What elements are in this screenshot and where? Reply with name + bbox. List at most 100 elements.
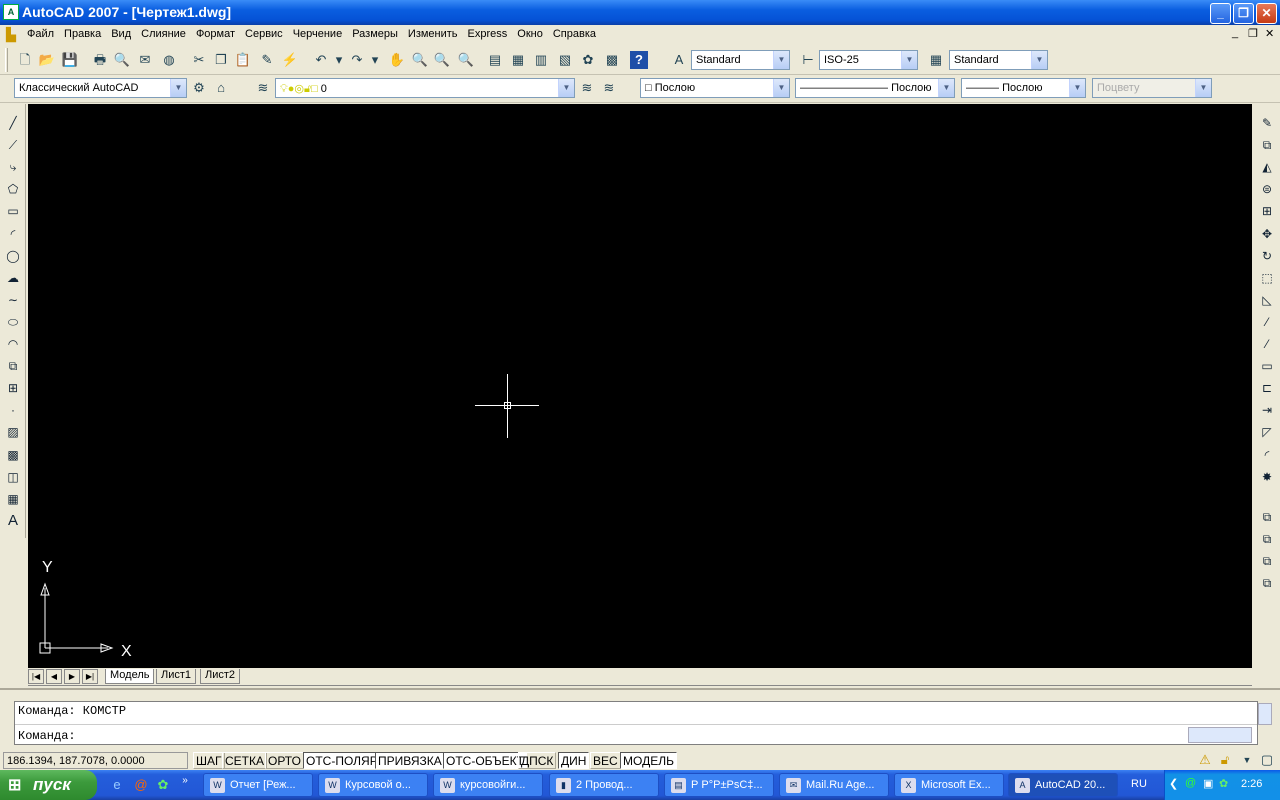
mtext-icon[interactable]: A [4, 512, 22, 530]
color-select[interactable]: □ Послою ▼ [640, 78, 790, 98]
toolbar-grip[interactable] [5, 48, 8, 72]
icq-icon[interactable]: ✿ [154, 776, 172, 794]
menu-3[interactable]: Слияние [136, 25, 191, 40]
scale-icon[interactable]: ⬚ [1258, 269, 1276, 287]
new-icon[interactable]: 🗋 [16, 51, 34, 69]
menu-0[interactable]: Файл [22, 25, 59, 40]
menu-11[interactable]: Справка [548, 25, 601, 40]
make-current-layer-icon[interactable]: ≋ [578, 79, 596, 97]
status-toggle-4[interactable]: ПРИВЯЗКА [375, 752, 445, 769]
draworder-under-icon[interactable]: ⧉ [1258, 574, 1276, 592]
offset-icon[interactable]: ⊜ [1258, 180, 1276, 198]
extend-icon[interactable]: ⁄ [1258, 335, 1276, 353]
taskbar-task-5[interactable]: ✉ Mail.Ru Age... [779, 773, 889, 797]
status-toggle-8[interactable]: ВЕС [590, 752, 621, 769]
zoom-window-icon[interactable]: 🔍 [433, 51, 451, 69]
taskbar-task-0[interactable]: W Отчет [Реж... [203, 773, 313, 797]
paste-icon[interactable]: 📋 [234, 51, 252, 69]
menu-8[interactable]: Изменить [403, 25, 463, 40]
command-window[interactable]: Команда: КОМСТР Команда: [14, 701, 1258, 745]
hatch-icon[interactable]: ▨ [4, 423, 22, 441]
mirror-icon[interactable]: ◭ [1258, 158, 1276, 176]
lineweight-select[interactable]: ——— Послою ▼ [961, 78, 1086, 98]
icq-tray-icon[interactable]: ✿ [1219, 777, 1228, 790]
fillet-icon[interactable]: ◜ [1258, 446, 1276, 464]
cut-icon[interactable]: ✂ [190, 51, 208, 69]
menu-10[interactable]: Окно [512, 25, 548, 40]
menu-1[interactable]: Правка [59, 25, 106, 40]
ie-icon[interactable]: e [108, 776, 126, 794]
region-icon[interactable]: ◫ [4, 468, 22, 486]
calculator-icon[interactable]: ▩ [603, 51, 621, 69]
start-button[interactable]: ⊞ пуск [0, 770, 97, 800]
rectangle-icon[interactable]: ▭ [4, 202, 22, 220]
table-style-select[interactable]: Standard ▼ [949, 50, 1048, 70]
line-icon[interactable]: ╱ [4, 114, 22, 132]
mail-tray-icon[interactable]: @ [1185, 777, 1196, 789]
taskbar-task-4[interactable]: ▤ Р Р°Р±РѕС‡... [664, 773, 774, 797]
communication-center-icon[interactable]: ⚠ [1196, 751, 1214, 769]
linetype-select[interactable]: ———————— Послою ▼ [795, 78, 955, 98]
draworder-front-icon[interactable]: ⧉ [1258, 508, 1276, 526]
clean-screen-icon[interactable]: ⌂ [212, 79, 230, 97]
text-style-icon[interactable]: A [670, 51, 688, 69]
ellipse-icon[interactable]: ⬭ [4, 313, 22, 331]
redo-dropdown-icon[interactable]: ▾ [366, 51, 384, 69]
menu-2[interactable]: Вид [106, 25, 136, 40]
drawing-canvas[interactable]: Y X [28, 104, 1252, 668]
status-toggle-6[interactable]: ДПСК [518, 752, 557, 769]
command-scrollbar[interactable] [1258, 703, 1272, 725]
move-icon[interactable]: ✥ [1258, 225, 1276, 243]
stretch-icon[interactable]: ◺ [1258, 291, 1276, 309]
plot-icon[interactable]: 🖶 [91, 51, 109, 69]
point-icon[interactable]: · [4, 401, 22, 419]
design-center-icon[interactable]: ▦ [509, 51, 527, 69]
dim-style-icon[interactable]: ⊢ [799, 51, 817, 69]
close-button[interactable]: ✕ [1256, 3, 1277, 24]
menu-4[interactable]: Формат [191, 25, 240, 40]
menu-6[interactable]: Черчение [288, 25, 348, 40]
tray-expand-icon[interactable]: ❮ [1169, 777, 1178, 790]
3d-dwf-icon[interactable]: ◍ [160, 51, 178, 69]
polyline-icon[interactable]: ⤷ [4, 158, 22, 176]
minimize-button[interactable]: _ [1210, 3, 1231, 24]
language-indicator[interactable]: RU [1131, 778, 1147, 790]
block-editor-icon[interactable]: ⚡ [281, 51, 299, 69]
status-toggle-9[interactable]: МОДЕЛЬ [620, 752, 677, 769]
toolbar-lock-icon[interactable]: 🔓︎ [1216, 751, 1234, 769]
first-tab-button[interactable]: |◀ [28, 669, 44, 684]
trim-icon[interactable]: ⁄ [1258, 313, 1276, 331]
menu-7[interactable]: Размеры [347, 25, 403, 40]
break-icon[interactable]: ⊏ [1258, 379, 1276, 397]
taskbar-task-2[interactable]: Wкурсовойги... [433, 773, 543, 797]
publish-icon[interactable]: ✉ [136, 51, 154, 69]
command-hscrollbar[interactable] [1188, 727, 1252, 743]
sheet-set-icon[interactable]: ▧ [556, 51, 574, 69]
taskbar-task-3[interactable]: ▮ 2 Провод... [549, 773, 659, 797]
table-icon[interactable]: ▦ [4, 490, 22, 508]
erase-icon[interactable]: ✎ [1258, 114, 1276, 132]
preview-icon[interactable]: 🔍 [113, 51, 131, 69]
undo-icon[interactable]: ↶ [312, 51, 330, 69]
tab-layout2[interactable]: Лист2 [200, 669, 241, 684]
status-toggle-7[interactable]: ДИН [558, 752, 590, 769]
join-icon[interactable]: ⇥ [1258, 401, 1276, 419]
status-menu-icon[interactable]: ▼ [1238, 751, 1256, 769]
rotate-icon[interactable]: ↻ [1258, 247, 1276, 265]
zoom-previous-icon[interactable]: 🔍 [457, 51, 475, 69]
layer-previous-icon[interactable]: ≋ [600, 79, 618, 97]
layer-select[interactable]: 💡︎●◎🔓︎□ 0 ▼ [275, 78, 575, 98]
doc-restore-button[interactable]: ❐ [1248, 27, 1258, 40]
menu-5[interactable]: Сервис [240, 25, 288, 40]
dim-style-select[interactable]: ISO-25 ▼ [819, 50, 918, 70]
revision-cloud-icon[interactable]: ☁ [4, 269, 22, 287]
network-icon[interactable]: ▣ [1203, 777, 1213, 790]
layer-manager-icon[interactable]: ≋ [254, 79, 272, 97]
markup-icon[interactable]: ✿ [579, 51, 597, 69]
quicklaunch-more-icon[interactable]: » [176, 772, 194, 790]
command-prompt[interactable]: Команда: [18, 729, 76, 743]
status-toggle-0[interactable]: ШАГ [193, 752, 225, 769]
chamfer-icon[interactable]: ◸ [1258, 423, 1276, 441]
taskbar-task-6[interactable]: X Microsoft Ex... [894, 773, 1004, 797]
table-style-icon[interactable]: ▦ [927, 51, 945, 69]
